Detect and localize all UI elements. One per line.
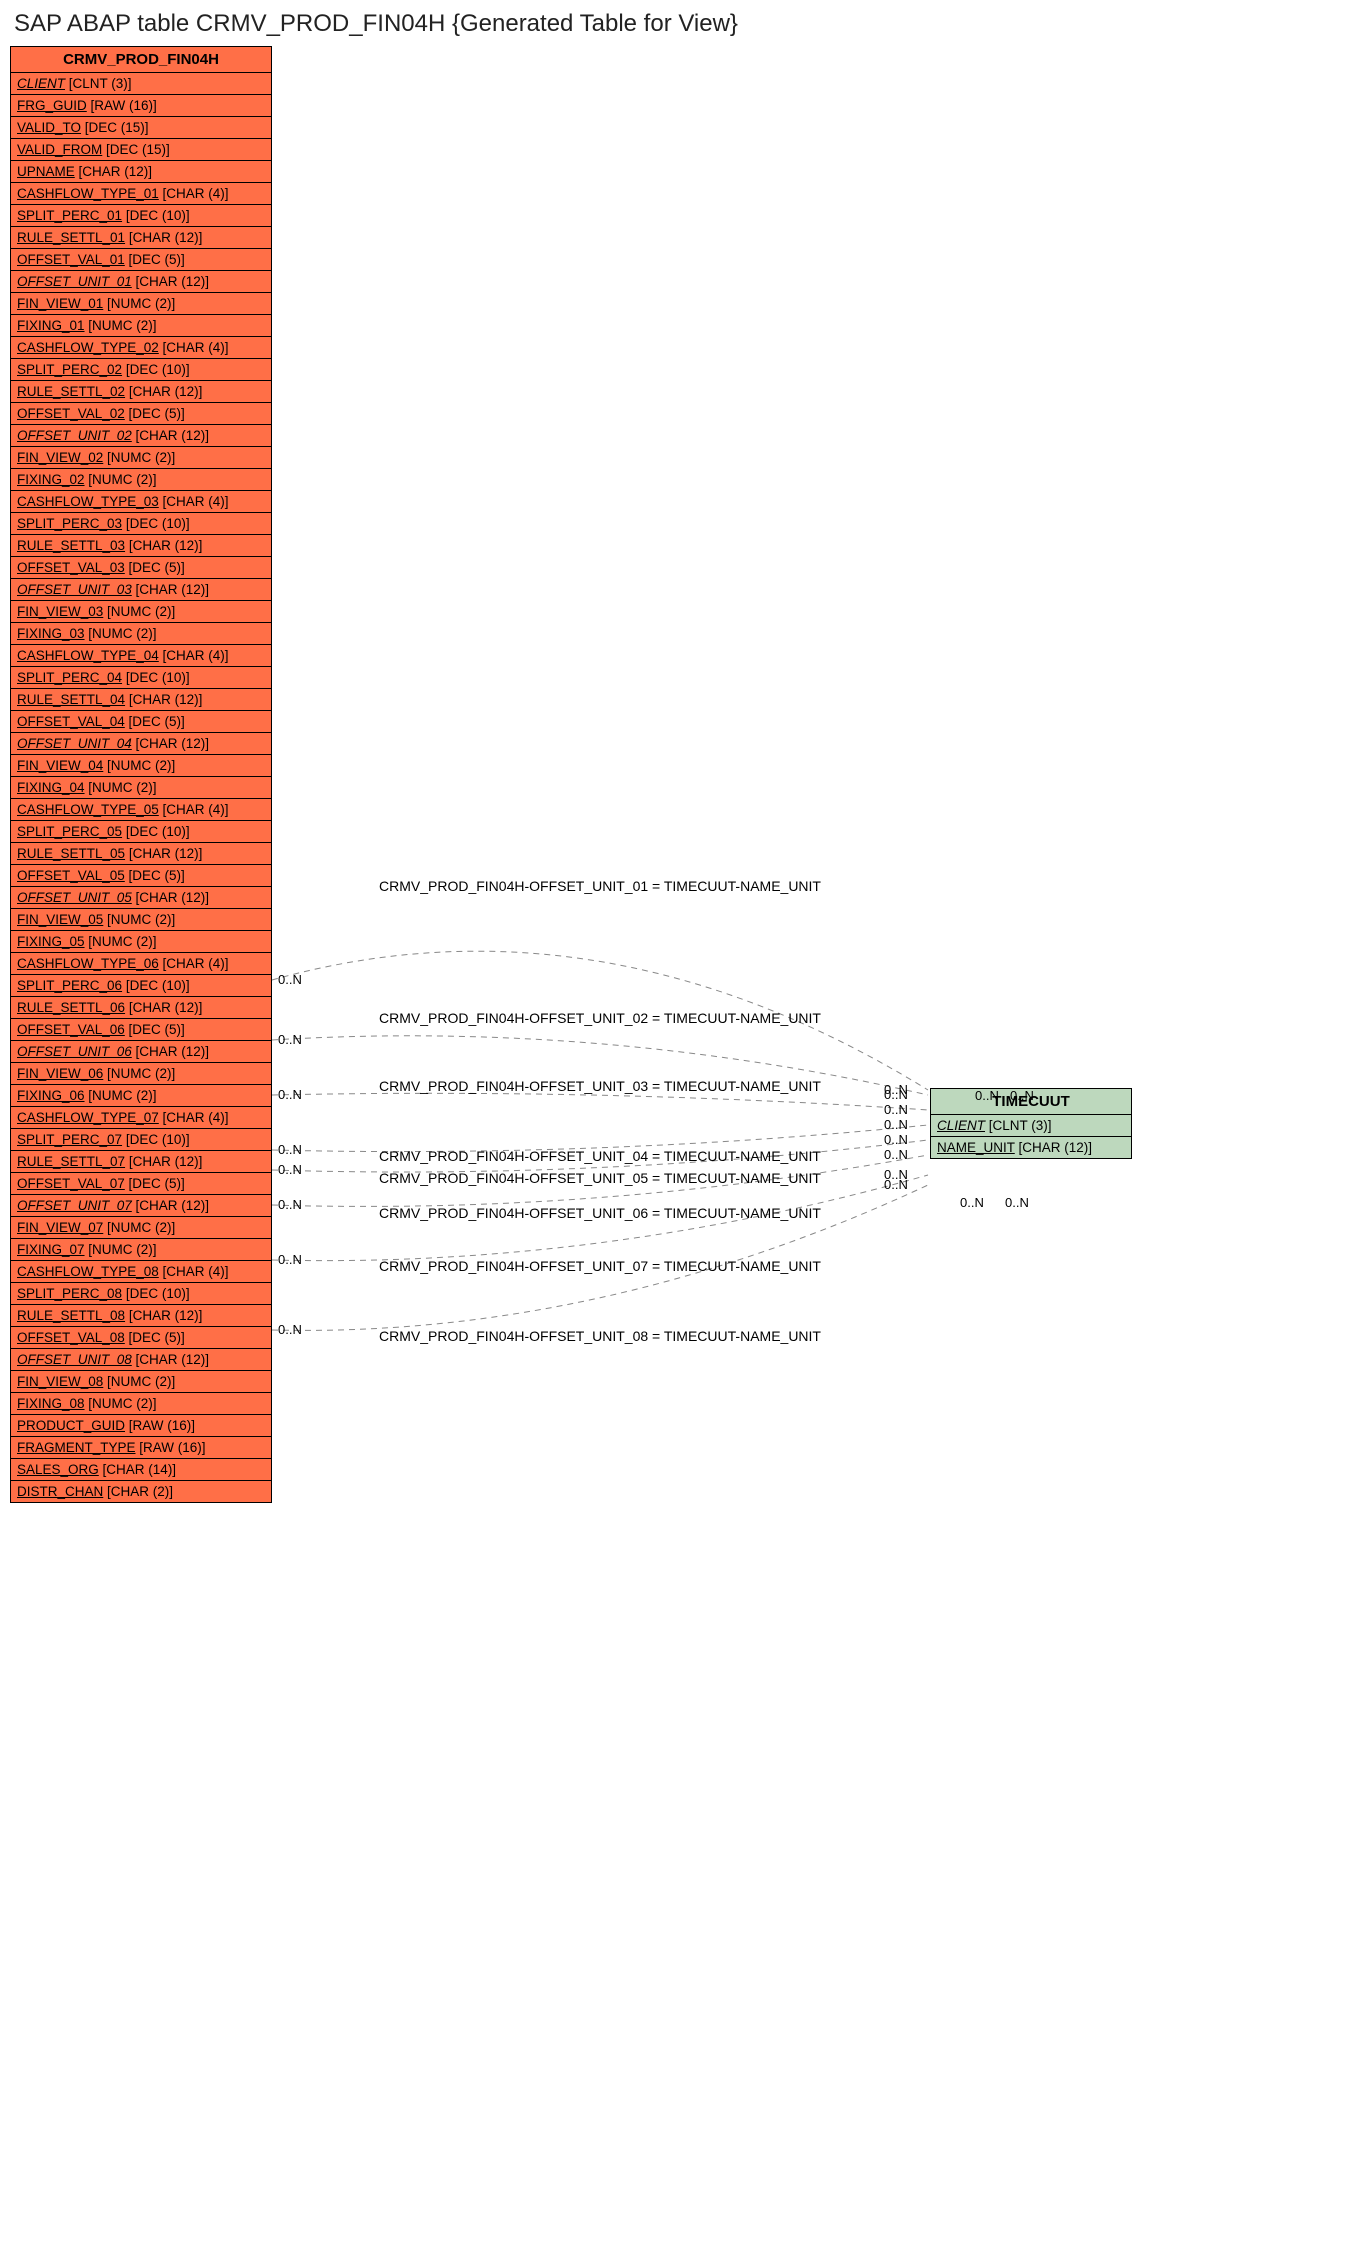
main-field-cashflow_type_05: CASHFLOW_TYPE_05 [CHAR (4)]	[11, 799, 271, 821]
main-field-fragment_type: FRAGMENT_TYPE [RAW (16)]	[11, 1437, 271, 1459]
main-field-sales_org: SALES_ORG [CHAR (14)]	[11, 1459, 271, 1481]
main-field-offset_val_07: OFFSET_VAL_07 [DEC (5)]	[11, 1173, 271, 1195]
main-field-cashflow_type_01: CASHFLOW_TYPE_01 [CHAR (4)]	[11, 183, 271, 205]
main-field-fin_view_03: FIN_VIEW_03 [NUMC (2)]	[11, 601, 271, 623]
cardinality-right-5: 0..N	[884, 1132, 908, 1147]
main-field-fixing_07: FIXING_07 [NUMC (2)]	[11, 1239, 271, 1261]
main-field-offset_val_06: OFFSET_VAL_06 [DEC (5)]	[11, 1019, 271, 1041]
main-field-split_perc_02: SPLIT_PERC_02 [DEC (10)]	[11, 359, 271, 381]
relation-label-3: CRMV_PROD_FIN04H-OFFSET_UNIT_03 = TIMECU…	[330, 1078, 870, 1094]
main-field-offset_val_03: OFFSET_VAL_03 [DEC (5)]	[11, 557, 271, 579]
relation-label-6: CRMV_PROD_FIN04H-OFFSET_UNIT_06 = TIMECU…	[330, 1205, 870, 1221]
main-field-offset_unit_07: OFFSET_UNIT_07 [CHAR (12)]	[11, 1195, 271, 1217]
main-field-product_guid: PRODUCT_GUID [RAW (16)]	[11, 1415, 271, 1437]
main-field-cashflow_type_02: CASHFLOW_TYPE_02 [CHAR (4)]	[11, 337, 271, 359]
main-field-offset_val_01: OFFSET_VAL_01 [DEC (5)]	[11, 249, 271, 271]
main-field-offset_val_05: OFFSET_VAL_05 [DEC (5)]	[11, 865, 271, 887]
main-field-client: CLIENT [CLNT (3)]	[11, 73, 271, 95]
main-field-split_perc_07: SPLIT_PERC_07 [DEC (10)]	[11, 1129, 271, 1151]
main-field-fin_view_01: FIN_VIEW_01 [NUMC (2)]	[11, 293, 271, 315]
main-field-offset_unit_01: OFFSET_UNIT_01 [CHAR (12)]	[11, 271, 271, 293]
relation-label-7: CRMV_PROD_FIN04H-OFFSET_UNIT_07 = TIMECU…	[330, 1258, 870, 1274]
main-field-cashflow_type_07: CASHFLOW_TYPE_07 [CHAR (4)]	[11, 1107, 271, 1129]
main-field-valid_to: VALID_TO [DEC (15)]	[11, 117, 271, 139]
main-field-fin_view_06: FIN_VIEW_06 [NUMC (2)]	[11, 1063, 271, 1085]
main-field-rule_settl_02: RULE_SETTL_02 [CHAR (12)]	[11, 381, 271, 403]
main-field-cashflow_type_03: CASHFLOW_TYPE_03 [CHAR (4)]	[11, 491, 271, 513]
entity-header-main: CRMV_PROD_FIN04H	[11, 47, 271, 73]
main-field-split_perc_05: SPLIT_PERC_05 [DEC (10)]	[11, 821, 271, 843]
main-field-fixing_03: FIXING_03 [NUMC (2)]	[11, 623, 271, 645]
main-field-split_perc_06: SPLIT_PERC_06 [DEC (10)]	[11, 975, 271, 997]
main-field-fixing_06: FIXING_06 [NUMC (2)]	[11, 1085, 271, 1107]
cardinality-extra-1: 0..N	[975, 1088, 999, 1103]
main-field-offset_unit_02: OFFSET_UNIT_02 [CHAR (12)]	[11, 425, 271, 447]
main-field-frg_guid: FRG_GUID [RAW (16)]	[11, 95, 271, 117]
main-field-fin_view_05: FIN_VIEW_05 [NUMC (2)]	[11, 909, 271, 931]
cardinality-extra-2: 0..N	[1010, 1088, 1034, 1103]
cardinality-extra-4: 0..N	[1005, 1195, 1029, 1210]
main-field-offset_val_04: OFFSET_VAL_04 [DEC (5)]	[11, 711, 271, 733]
main-field-rule_settl_04: RULE_SETTL_04 [CHAR (12)]	[11, 689, 271, 711]
cardinality-right-8: 0..N	[884, 1177, 908, 1192]
main-field-offset_unit_03: OFFSET_UNIT_03 [CHAR (12)]	[11, 579, 271, 601]
main-field-split_perc_04: SPLIT_PERC_04 [DEC (10)]	[11, 667, 271, 689]
cardinality-left-3: 0..N	[278, 1087, 302, 1102]
cardinality-left-5: 0..N	[278, 1162, 302, 1177]
main-field-split_perc_01: SPLIT_PERC_01 [DEC (10)]	[11, 205, 271, 227]
main-field-fixing_08: FIXING_08 [NUMC (2)]	[11, 1393, 271, 1415]
main-field-fixing_01: FIXING_01 [NUMC (2)]	[11, 315, 271, 337]
main-field-split_perc_03: SPLIT_PERC_03 [DEC (10)]	[11, 513, 271, 535]
main-field-cashflow_type_06: CASHFLOW_TYPE_06 [CHAR (4)]	[11, 953, 271, 975]
main-field-distr_chan: DISTR_CHAN [CHAR (2)]	[11, 1481, 271, 1502]
main-field-rule_settl_03: RULE_SETTL_03 [CHAR (12)]	[11, 535, 271, 557]
entity-crmv-prod-fin04h: CRMV_PROD_FIN04H CLIENT [CLNT (3)]FRG_GU…	[10, 46, 272, 1503]
main-field-upname: UPNAME [CHAR (12)]	[11, 161, 271, 183]
main-field-fixing_04: FIXING_04 [NUMC (2)]	[11, 777, 271, 799]
cardinality-right-4: 0..N	[884, 1117, 908, 1132]
cardinality-left-8: 0..N	[278, 1322, 302, 1337]
main-field-offset_val_02: OFFSET_VAL_02 [DEC (5)]	[11, 403, 271, 425]
cardinality-right-6: 0..N	[884, 1147, 908, 1162]
relation-label-5: CRMV_PROD_FIN04H-OFFSET_UNIT_05 = TIMECU…	[330, 1170, 870, 1186]
main-field-fin_view_07: FIN_VIEW_07 [NUMC (2)]	[11, 1217, 271, 1239]
main-field-fin_view_02: FIN_VIEW_02 [NUMC (2)]	[11, 447, 271, 469]
main-field-offset_unit_08: OFFSET_UNIT_08 [CHAR (12)]	[11, 1349, 271, 1371]
main-field-split_perc_08: SPLIT_PERC_08 [DEC (10)]	[11, 1283, 271, 1305]
main-field-offset_val_08: OFFSET_VAL_08 [DEC (5)]	[11, 1327, 271, 1349]
main-field-rule_settl_06: RULE_SETTL_06 [CHAR (12)]	[11, 997, 271, 1019]
cardinality-extra-3: 0..N	[960, 1195, 984, 1210]
main-field-offset_unit_06: OFFSET_UNIT_06 [CHAR (12)]	[11, 1041, 271, 1063]
cardinality-left-6: 0..N	[278, 1197, 302, 1212]
main-field-cashflow_type_04: CASHFLOW_TYPE_04 [CHAR (4)]	[11, 645, 271, 667]
cardinality-right-2: 0..N	[884, 1087, 908, 1102]
main-field-fixing_05: FIXING_05 [NUMC (2)]	[11, 931, 271, 953]
main-field-offset_unit_04: OFFSET_UNIT_04 [CHAR (12)]	[11, 733, 271, 755]
relation-label-8: CRMV_PROD_FIN04H-OFFSET_UNIT_08 = TIMECU…	[330, 1328, 870, 1344]
main-field-cashflow_type_08: CASHFLOW_TYPE_08 [CHAR (4)]	[11, 1261, 271, 1283]
main-field-rule_settl_08: RULE_SETTL_08 [CHAR (12)]	[11, 1305, 271, 1327]
ref-field-client: CLIENT [CLNT (3)]	[931, 1115, 1131, 1137]
cardinality-left-1: 0..N	[278, 972, 302, 987]
page-title: SAP ABAP table CRMV_PROD_FIN04H {Generat…	[14, 10, 1361, 38]
relation-label-2: CRMV_PROD_FIN04H-OFFSET_UNIT_02 = TIMECU…	[330, 1010, 870, 1026]
cardinality-left-7: 0..N	[278, 1252, 302, 1267]
main-field-offset_unit_05: OFFSET_UNIT_05 [CHAR (12)]	[11, 887, 271, 909]
main-field-fin_view_04: FIN_VIEW_04 [NUMC (2)]	[11, 755, 271, 777]
cardinality-right-3: 0..N	[884, 1102, 908, 1117]
main-field-rule_settl_01: RULE_SETTL_01 [CHAR (12)]	[11, 227, 271, 249]
cardinality-left-4: 0..N	[278, 1142, 302, 1157]
relation-label-1: CRMV_PROD_FIN04H-OFFSET_UNIT_01 = TIMECU…	[330, 878, 870, 894]
main-field-rule_settl_07: RULE_SETTL_07 [CHAR (12)]	[11, 1151, 271, 1173]
main-field-valid_from: VALID_FROM [DEC (15)]	[11, 139, 271, 161]
ref-field-name_unit: NAME_UNIT [CHAR (12)]	[931, 1137, 1131, 1158]
cardinality-left-2: 0..N	[278, 1032, 302, 1047]
main-field-fixing_02: FIXING_02 [NUMC (2)]	[11, 469, 271, 491]
main-field-rule_settl_05: RULE_SETTL_05 [CHAR (12)]	[11, 843, 271, 865]
relation-label-4: CRMV_PROD_FIN04H-OFFSET_UNIT_04 = TIMECU…	[330, 1148, 870, 1164]
main-field-fin_view_08: FIN_VIEW_08 [NUMC (2)]	[11, 1371, 271, 1393]
